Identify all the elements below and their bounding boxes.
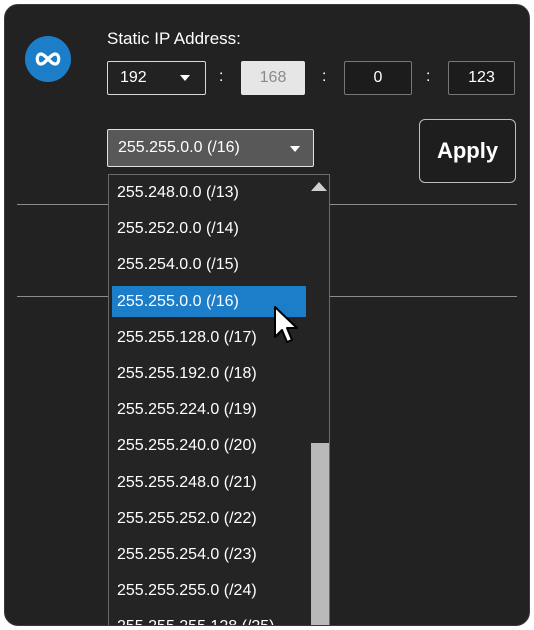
ip-separator: : — [219, 68, 224, 85]
subnet-option[interactable]: 255.255.255.128 (/25) — [112, 611, 306, 625]
static-ip-label: Static IP Address: — [107, 29, 241, 48]
subnet-option[interactable]: 255.254.0.0 (/15) — [112, 249, 306, 280]
ip-octet3-value: 0 — [373, 69, 383, 86]
subnet-mask-value: 255.255.0.0 (/16) — [118, 139, 240, 156]
chevron-down-icon — [290, 146, 300, 152]
chevron-down-icon — [180, 75, 190, 81]
scrollbar-thumb[interactable] — [311, 443, 329, 625]
mouse-pointer-icon — [274, 306, 298, 343]
ip-octet1-select[interactable]: 192 — [107, 61, 206, 95]
scroll-up-icon[interactable] — [311, 182, 327, 191]
subnet-option[interactable]: 255.255.254.0 (/23) — [112, 539, 306, 570]
ip-separator: : — [426, 68, 431, 85]
network-settings-panel: Static IP Address: 192 : 168 : 0 : 123 2… — [4, 4, 530, 626]
subnet-option[interactable]: 255.255.240.0 (/20) — [112, 430, 306, 461]
ip-octet3-field[interactable]: 0 — [344, 61, 412, 95]
ip-octet2-field[interactable]: 168 — [241, 61, 305, 95]
subnet-option[interactable]: 255.255.224.0 (/19) — [112, 394, 306, 425]
ip-octet4-field[interactable]: 123 — [448, 61, 515, 95]
apply-button[interactable]: Apply — [419, 119, 516, 183]
subnet-option[interactable]: 255.255.255.0 (/24) — [112, 575, 306, 606]
subnet-option[interactable]: 255.248.0.0 (/13) — [112, 177, 306, 208]
dropdown-scrollbar[interactable] — [308, 175, 329, 625]
subnet-mask-dropdown[interactable]: 255.248.0.0 (/13) 255.252.0.0 (/14) 255.25… — [108, 174, 330, 625]
subnet-option[interactable]: 255.255.248.0 (/21) — [112, 467, 306, 498]
ip-octet4-value: 123 — [468, 69, 495, 86]
subnet-mask-select[interactable]: 255.255.0.0 (/16) — [107, 129, 314, 167]
ip-separator: : — [322, 68, 327, 85]
infinity-icon — [25, 36, 71, 82]
ip-octet1-value: 192 — [120, 69, 147, 86]
subnet-option[interactable]: 255.255.192.0 (/18) — [112, 358, 306, 389]
ip-octet2-value: 168 — [259, 69, 287, 86]
subnet-option[interactable]: 255.255.252.0 (/22) — [112, 503, 306, 534]
subnet-option[interactable]: 255.252.0.0 (/14) — [112, 213, 306, 244]
